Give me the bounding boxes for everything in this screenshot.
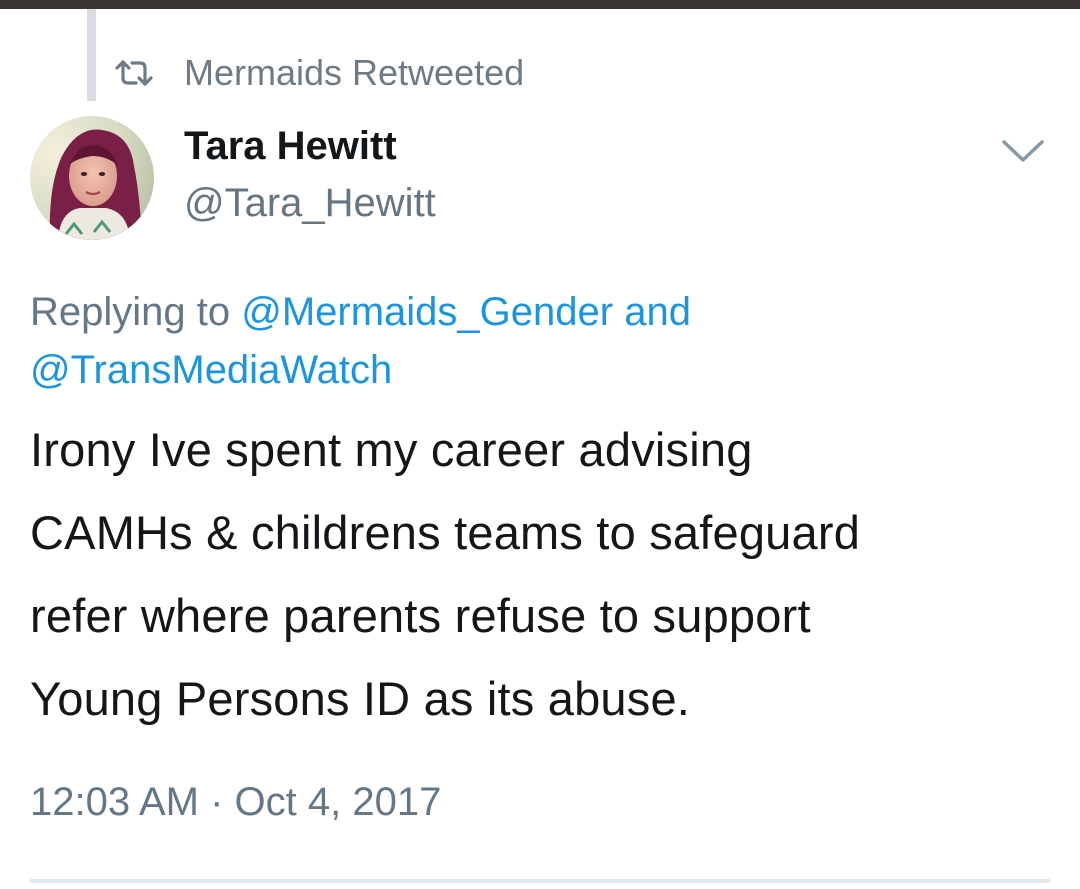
mention-link-mermaids-gender[interactable]: @Mermaids_Gender: [241, 290, 613, 334]
retweet-context[interactable]: Mermaids Retweeted: [114, 52, 524, 94]
retweeted-by-label: Mermaids Retweeted: [184, 52, 525, 93]
tweet-text: Irony Ive spent my career advising CAMHs…: [30, 408, 1060, 740]
mention-link-transmediawatch[interactable]: @TransMediaWatch: [30, 348, 392, 392]
tweet-text-line: Irony Ive spent my career advising: [30, 423, 753, 476]
author-display-name[interactable]: Tara Hewitt: [184, 124, 397, 169]
replying-to-label: Replying to: [30, 290, 242, 334]
thread-connector-line: [87, 9, 96, 101]
author-handle[interactable]: @Tara_Hewitt: [184, 181, 436, 226]
tweet-text-line: Young Persons ID as its abuse.: [30, 672, 691, 725]
top-bar: [0, 0, 1080, 9]
reply-and-label[interactable]: and: [613, 290, 691, 334]
reply-context: Replying to @Mermaids_Gender and @TransMe…: [30, 283, 1040, 399]
chevron-down-icon[interactable]: [1000, 136, 1046, 166]
divider: [30, 879, 1050, 883]
retweet-icon: [114, 59, 154, 87]
tweet-text-line: CAMHs & childrens teams to safeguard: [30, 506, 861, 559]
tweet-timestamp[interactable]: 12:03 AM · Oct 4, 2017: [30, 780, 441, 825]
tweet-text-line: refer where parents refuse to support: [30, 589, 811, 642]
avatar[interactable]: [30, 116, 154, 240]
